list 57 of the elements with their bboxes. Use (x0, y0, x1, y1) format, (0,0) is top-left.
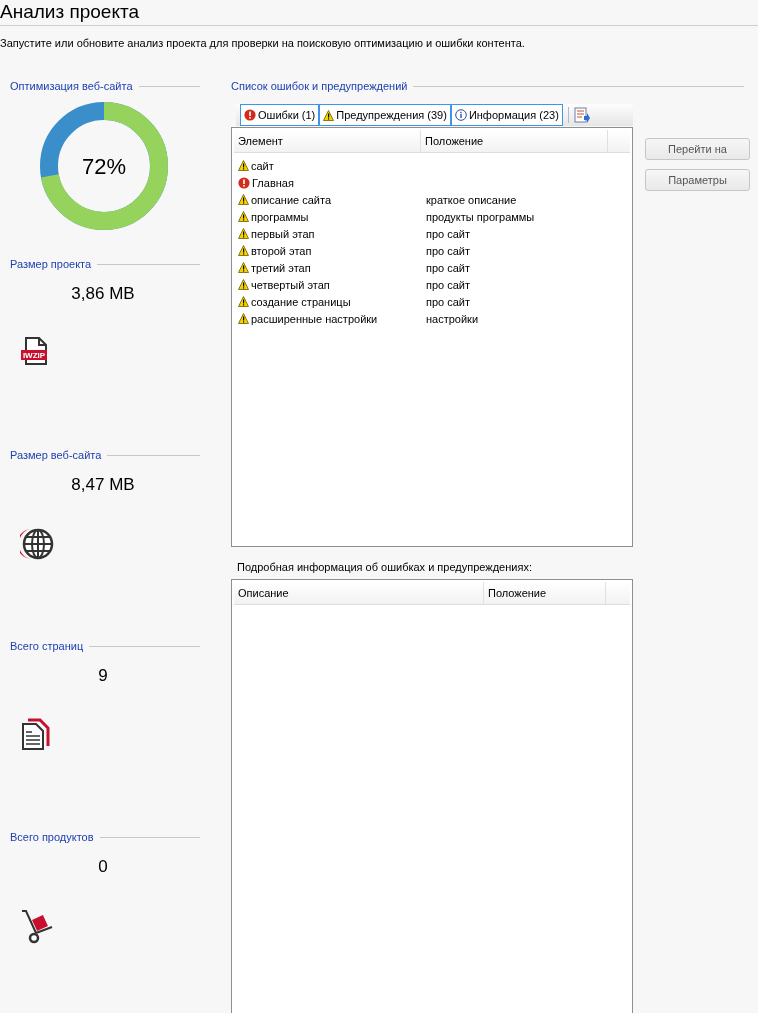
column-header[interactable]: Элемент (234, 130, 422, 152)
section-heading: Всего страниц (10, 640, 84, 652)
element-cell: сайт (251, 159, 274, 172)
warning-icon (238, 194, 249, 205)
warning-icon (238, 262, 249, 273)
warning-icon (323, 109, 335, 121)
list-export-icon[interactable] (573, 107, 590, 123)
page-title: Анализ проекта (0, 0, 758, 26)
action-button[interactable]: Перейти на (645, 138, 750, 160)
info-icon (454, 109, 467, 121)
filter-toggle[interactable]: Предупреждения (39) (319, 104, 451, 126)
warning-icon (238, 228, 249, 239)
filter-toggle[interactable]: Ошибки (1) (240, 104, 320, 126)
warning-icon (238, 279, 249, 290)
element-cell: третий этап (251, 261, 311, 274)
action-button[interactable]: Параметры (645, 169, 750, 191)
column-header[interactable]: Положение (421, 130, 609, 152)
location-cell: про сайт (426, 261, 471, 274)
element-cell: программы (251, 210, 309, 223)
location-cell: краткое описание (426, 193, 517, 206)
column-header[interactable]: Положение (484, 582, 606, 604)
optimization-percent: 72% (80, 154, 127, 180)
details-heading: Подробная информация об ошибках и предупреждениях: (237, 561, 533, 573)
location-cell: про сайт (426, 278, 471, 291)
location-cell: про сайт (426, 227, 471, 240)
element-cell: второй этап (251, 244, 312, 257)
section-heading: Размер проекта (10, 258, 92, 270)
location-cell: про сайт (426, 295, 471, 308)
warning-icon (238, 211, 249, 222)
error-icon (238, 176, 250, 189)
warning-icon (238, 160, 249, 171)
filter-toggle[interactable]: Информация (23) (450, 104, 563, 126)
location-cell: продукты программы (426, 210, 535, 223)
element-cell: Главная (252, 176, 294, 189)
globe-icon (20, 527, 54, 561)
location-cell: про сайт (426, 244, 471, 257)
stat-value: 0 (97, 857, 109, 877)
warning-icon (238, 245, 249, 256)
section-heading: Всего продуктов (10, 831, 94, 843)
stat-value: 9 (97, 666, 109, 686)
element-cell: расширенные настройки (251, 312, 378, 325)
stat-value: 8,47 MB (70, 475, 136, 495)
description-text: Запустите или обновите анализ проекта для проверки на поисковую оптимизацию и ошибки контента. (0, 37, 526, 49)
location-cell: настройки (426, 312, 479, 325)
element-cell: четвертый этап (251, 278, 330, 291)
section-heading: Список ошибок и предупреждений (231, 80, 408, 92)
element-cell: описание сайта (251, 193, 332, 206)
warning-icon (238, 313, 249, 324)
section-heading: Размер веб-сайта (10, 449, 102, 461)
element-cell: первый этап (251, 227, 315, 240)
stat-value: 3,86 MB (70, 284, 136, 304)
document-icon (20, 718, 50, 752)
error-icon (244, 109, 256, 121)
element-cell: создание страницы (251, 295, 351, 308)
warning-icon (238, 296, 249, 307)
column-header[interactable]: Описание (234, 582, 484, 604)
section-heading: Оптимизация веб-сайта (10, 80, 133, 92)
